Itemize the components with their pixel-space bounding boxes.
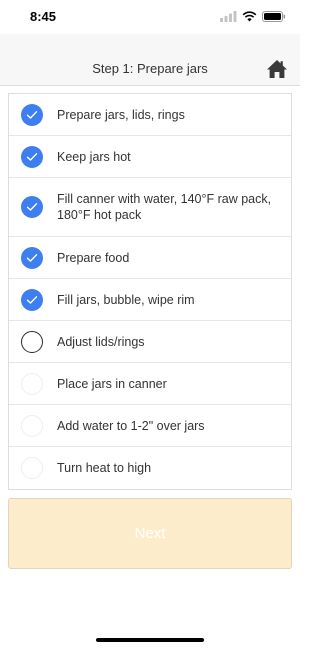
checklist-item-label: Keep jars hot <box>57 149 131 164</box>
checked-circle-icon[interactable] <box>21 246 43 269</box>
checklist-item[interactable]: Fill canner with water, 140°F raw pack, … <box>9 178 291 237</box>
checklist-item[interactable]: Add water to 1-2" over jars <box>9 405 291 447</box>
checked-circle-icon[interactable] <box>21 288 43 311</box>
battery-icon <box>262 11 286 22</box>
checklist-item[interactable]: Prepare food <box>9 237 291 279</box>
nav-bar: Step 1: Prepare jars <box>0 34 300 86</box>
checklist-item-label: Adjust lids/rings <box>57 334 145 349</box>
wifi-icon <box>242 11 257 22</box>
checked-circle-icon[interactable] <box>21 196 43 218</box>
checklist-item-label: Turn heat to high <box>57 461 152 475</box>
home-button[interactable] <box>266 59 288 79</box>
checklist-item-label: Place jars in canner <box>57 376 167 391</box>
checklist: Prepare jars, lids, rings Keep jars hot … <box>8 93 292 490</box>
disabled-circle-icon <box>21 372 43 395</box>
checklist-item[interactable]: Keep jars hot <box>9 136 291 178</box>
next-button[interactable]: Next <box>8 498 292 569</box>
status-bar: 8:45 <box>0 0 300 34</box>
checklist-item-label: Add water to 1-2" over jars <box>57 418 205 433</box>
checklist-item[interactable]: Adjust lids/rings <box>9 321 291 363</box>
checklist-item[interactable]: Place jars in canner <box>9 363 291 405</box>
status-time: 8:45 <box>30 9 57 24</box>
disabled-circle-icon <box>21 457 43 479</box>
checklist-item-label: Fill jars, bubble, wipe rim <box>57 292 195 307</box>
checklist-item-label: Fill canner with water, 140°F raw pack, … <box>57 192 272 222</box>
checked-circle-icon[interactable] <box>21 103 43 126</box>
page-title: Step 1: Prepare jars <box>92 61 208 76</box>
home-icon <box>267 60 287 78</box>
checklist-item-label: Prepare food <box>57 250 130 265</box>
checked-circle-icon[interactable] <box>21 145 43 168</box>
checklist-item[interactable]: Prepare jars, lids, rings <box>9 94 291 136</box>
checklist-item-label: Prepare jars, lids, rings <box>57 107 185 122</box>
checklist-item[interactable]: Turn heat to high <box>9 447 291 489</box>
checklist-item[interactable]: Fill jars, bubble, wipe rim <box>9 279 291 321</box>
status-icons <box>220 11 286 22</box>
home-indicator <box>96 638 204 642</box>
unchecked-circle-icon[interactable] <box>21 330 43 353</box>
disabled-circle-icon <box>21 414 43 437</box>
signal-icon <box>220 11 237 22</box>
